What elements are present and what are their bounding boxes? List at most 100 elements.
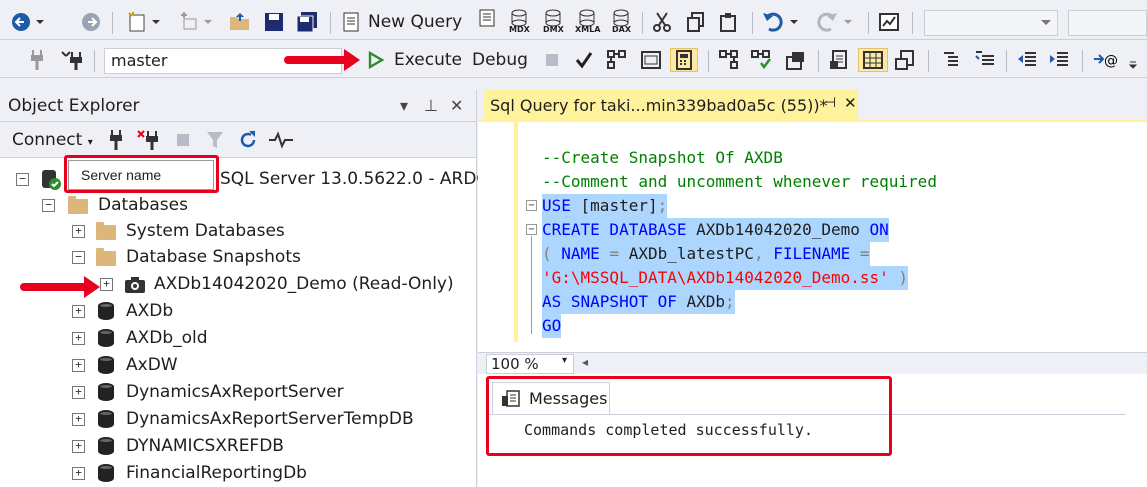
- expand-icon[interactable]: +: [72, 332, 85, 345]
- activity-monitor-button[interactable]: [878, 10, 900, 34]
- code-line: CREATE DATABASE AXDb14042020_Demo ON: [542, 218, 889, 242]
- expand-icon[interactable]: +: [72, 440, 85, 453]
- code-token: AXDb: [676, 292, 726, 311]
- expand-icon[interactable]: +: [72, 467, 85, 480]
- xmla-query-button[interactable]: XMLA: [574, 9, 604, 35]
- comment-out-button[interactable]: [940, 48, 962, 72]
- tree-label: Databases: [98, 195, 188, 215]
- window-position-icon[interactable]: ▾: [400, 96, 408, 115]
- zoom-dropdown[interactable]: 100 % ▾: [486, 354, 574, 374]
- forward-button[interactable]: [80, 10, 102, 34]
- live-statistics-button[interactable]: [750, 48, 772, 72]
- save-all-button[interactable]: [296, 10, 318, 34]
- connect-dropdown[interactable]: Connect ▾: [12, 130, 93, 150]
- expand-icon[interactable]: +: [72, 413, 85, 426]
- pin-icon[interactable]: ⊣: [824, 95, 836, 111]
- filter-icon[interactable]: [206, 131, 224, 149]
- scroll-left-icon[interactable]: ◂: [582, 355, 588, 369]
- results-to-grid-button[interactable]: [670, 48, 698, 72]
- toolbar-overflow-button[interactable]: [1128, 48, 1138, 72]
- live-stats-icon: [751, 50, 771, 70]
- solution-config-dropdown[interactable]: [924, 10, 1058, 36]
- expand-icon[interactable]: +: [100, 278, 113, 291]
- close-icon[interactable]: ✕: [844, 94, 857, 112]
- redo-button[interactable]: [816, 10, 853, 34]
- refresh-icon[interactable]: [238, 130, 258, 150]
- add-item-icon: [181, 12, 197, 30]
- client-stats-icon: [786, 52, 804, 70]
- connect-plug-icon[interactable]: [108, 129, 124, 151]
- include-plan-button[interactable]: [718, 48, 740, 72]
- arrow-to-execute: [284, 49, 360, 71]
- open-file-button[interactable]: [228, 10, 252, 34]
- tree-label: AXDb_old: [126, 328, 208, 348]
- search-box[interactable]: [1068, 10, 1147, 36]
- expand-icon[interactable]: +: [72, 386, 85, 399]
- execute-button[interactable]: Execute: [368, 48, 462, 72]
- cancel-query-button[interactable]: [544, 48, 560, 72]
- undo-icon: [763, 12, 783, 32]
- specify-values-button[interactable]: @: [1092, 48, 1122, 72]
- code-token: (: [542, 244, 562, 263]
- play-icon: [368, 51, 384, 69]
- results-to-file-button[interactable]: [894, 48, 916, 72]
- database-value: master: [111, 51, 168, 70]
- collapse-icon[interactable]: −: [72, 251, 85, 264]
- connect-button[interactable]: [28, 48, 46, 72]
- activity-pulse-icon[interactable]: [268, 131, 294, 149]
- collapse-icon[interactable]: −: [42, 199, 55, 212]
- query-tab[interactable]: Sql Query for taki...min339bad0a5c (55))…: [484, 90, 858, 120]
- open-folder-icon: [230, 13, 249, 30]
- back-button[interactable]: [10, 10, 45, 34]
- collapse-region-icon[interactable]: −: [526, 224, 537, 235]
- pin-icon[interactable]: ⊥: [424, 96, 438, 115]
- server-name-highlight: [64, 155, 219, 193]
- cut-button[interactable]: [652, 10, 672, 34]
- redo-icon: [817, 12, 837, 32]
- database-icon: [98, 383, 114, 401]
- disconnect-icon[interactable]: [136, 129, 160, 151]
- copy-button[interactable]: [686, 10, 706, 34]
- results-to-text-button[interactable]: [828, 48, 850, 72]
- decrease-indent-button[interactable]: [1016, 48, 1038, 72]
- stop-icon[interactable]: [176, 133, 190, 147]
- add-item-button[interactable]: [178, 10, 213, 34]
- undo-button[interactable]: [762, 10, 799, 34]
- uncomment-lines-icon: [975, 51, 994, 65]
- change-connection-icon: [61, 51, 82, 70]
- expand-icon[interactable]: +: [72, 305, 85, 318]
- expand-icon[interactable]: +: [72, 359, 85, 372]
- query-options-button[interactable]: [640, 48, 662, 72]
- new-project-icon: [128, 12, 145, 32]
- parse-button[interactable]: [574, 48, 594, 72]
- increase-indent-button[interactable]: [1048, 48, 1070, 72]
- dax-query-button[interactable]: DAX: [608, 9, 638, 35]
- change-connection-button[interactable]: [60, 48, 84, 72]
- query-type-buttons: MDX DMX XMLA DAX: [474, 9, 638, 35]
- save-button[interactable]: [264, 10, 284, 34]
- debug-button[interactable]: Debug: [472, 48, 528, 72]
- new-project-button[interactable]: [126, 10, 161, 34]
- close-icon[interactable]: ✕: [450, 96, 463, 115]
- paste-button[interactable]: [718, 10, 738, 34]
- scissors-icon: [653, 12, 671, 32]
- display-plan-button[interactable]: [606, 48, 628, 72]
- query-icon[interactable]: [474, 9, 502, 35]
- plan-icon: [719, 50, 738, 69]
- results-grid-button[interactable]: [858, 48, 888, 72]
- database-icon: [98, 410, 114, 428]
- debug-label: Debug: [472, 50, 528, 70]
- code-token: AS SNAPSHOT OF: [542, 292, 677, 311]
- collapse-icon[interactable]: −: [16, 173, 29, 186]
- sql-editor[interactable]: --Create Snapshot Of AXDB --Comment and …: [478, 120, 1147, 352]
- code-token: AXDb_latestPC: [628, 244, 754, 263]
- dmx-query-button[interactable]: DMX: [540, 9, 570, 35]
- expand-icon[interactable]: +: [72, 225, 85, 238]
- mdx-query-button[interactable]: MDX: [506, 9, 536, 35]
- collapse-region-icon[interactable]: −: [526, 200, 537, 211]
- standard-toolbar: New Query MDX DMX XMLA DAX: [0, 4, 1147, 40]
- uncomment-button[interactable]: [974, 48, 996, 72]
- save-icon: [265, 13, 283, 31]
- client-statistics-button[interactable]: [784, 48, 806, 72]
- new-query-button[interactable]: New Query: [340, 10, 462, 34]
